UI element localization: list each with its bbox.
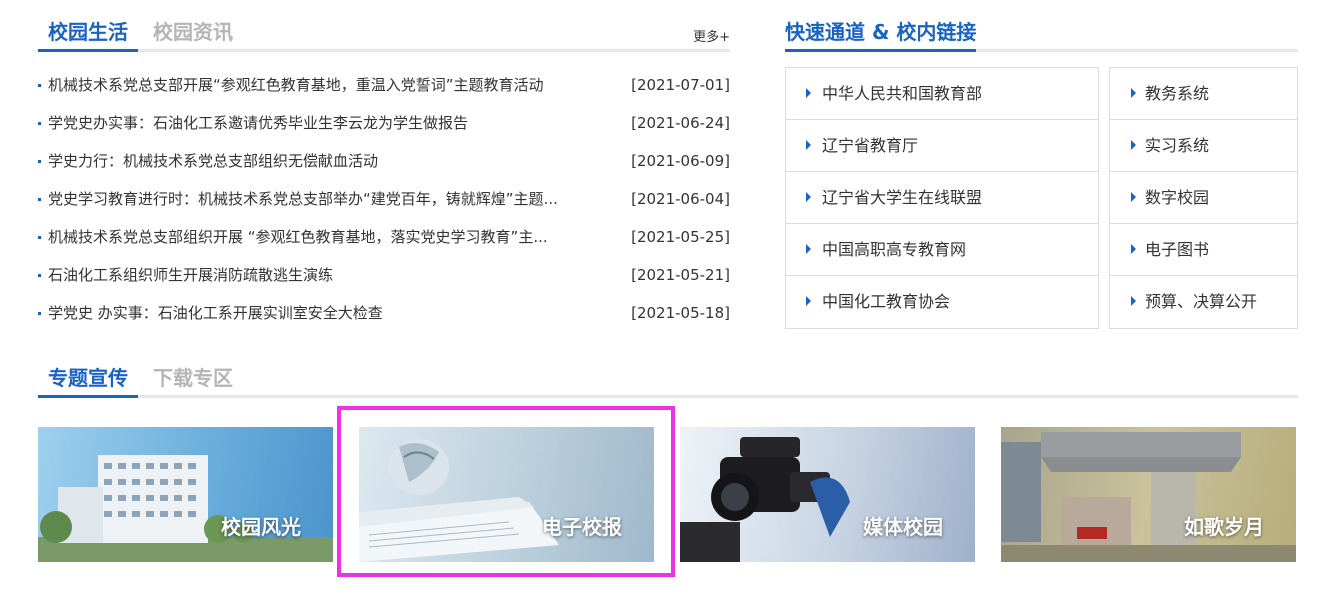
internal-link[interactable]: 教务系统 (1110, 68, 1297, 120)
featured-topics-panel: 专题宣传 下载专区 校园风光 电子校报 媒体校园 如歌岁月 (38, 360, 1298, 562)
more-link[interactable]: 更多+ (693, 26, 730, 45)
news-date: [2021-06-24] (631, 114, 730, 132)
news-title[interactable]: 学党史办实事：石油化工系邀请优秀毕业生李云龙为学生做报告 (48, 108, 608, 138)
triangle-right-icon (806, 140, 811, 150)
news-list: 机械技术系党总支部开展“参观红色教育基地，重温入党誓词”主题教育活动 [2021… (38, 70, 730, 336)
triangle-right-icon (806, 296, 811, 306)
links-tab-bar: 快速通道 & 校内链接 (785, 14, 1298, 52)
bullet-icon (38, 312, 41, 315)
external-link[interactable]: 中华人民共和国教育部 (786, 68, 1098, 120)
link-label: 中国高职高专教育网 (822, 240, 967, 259)
link-label: 实习系统 (1145, 136, 1210, 155)
video-camera-image (680, 437, 850, 562)
news-title[interactable]: 学党史 办实事：石油化工系开展实训室安全大检查 (48, 298, 608, 328)
news-date: [2021-05-21] (631, 266, 730, 284)
quick-links-panel: 快速通道 & 校内链接 中华人民共和国教育部 辽宁省教育厅 辽宁省大学生在线联盟… (785, 14, 1298, 329)
list-item[interactable]: 学史力行：机械技术系党总支部组织无偿献血活动 [2021-06-09] (38, 146, 730, 184)
list-item[interactable]: 机械技术系党总支部组织开展 “参观红色教育基地，落实党史学习教育”主... [2… (38, 222, 730, 260)
triangle-right-icon (1131, 140, 1136, 150)
card-caption: 媒体校园 (863, 515, 943, 539)
news-date: [2021-06-04] (631, 190, 730, 208)
triangle-right-icon (1131, 296, 1136, 306)
tab-downloads[interactable]: 下载专区 (153, 366, 233, 398)
external-link[interactable]: 中国高职高专教育网 (786, 224, 1098, 276)
triangle-right-icon (1131, 192, 1136, 202)
tab-campus-life[interactable]: 校园生活 (38, 20, 138, 52)
list-item[interactable]: 党史学习教育进行时：机械技术系党总支部举办“建党百年，铸就辉煌”主题... [2… (38, 184, 730, 222)
triangle-right-icon (1131, 244, 1136, 254)
news-title[interactable]: 学史力行：机械技术系党总支部组织无偿献血活动 (48, 146, 608, 176)
list-item[interactable]: 机械技术系党总支部开展“参观红色教育基地，重温入党誓词”主题教育活动 [2021… (38, 70, 730, 108)
internal-link[interactable]: 数字校园 (1110, 172, 1297, 224)
external-link[interactable]: 辽宁省大学生在线联盟 (786, 172, 1098, 224)
bullet-icon (38, 274, 41, 277)
link-label: 辽宁省教育厅 (822, 136, 919, 155)
campus-news-panel: 校园生活 校园资讯 更多+ 机械技术系党总支部开展“参观红色教育基地，重温入党誓… (38, 14, 730, 336)
news-date: [2021-06-09] (631, 152, 730, 170)
card-caption: 如歌岁月 (1184, 515, 1264, 539)
bullet-icon (38, 122, 41, 125)
link-label: 电子图书 (1145, 240, 1210, 259)
link-label: 中华人民共和国教育部 (822, 84, 983, 103)
external-links-column: 中华人民共和国教育部 辽宁省教育厅 辽宁省大学生在线联盟 中国高职高专教育网 中… (785, 67, 1099, 329)
card-golden-years[interactable]: 如歌岁月 (1001, 427, 1296, 562)
list-item[interactable]: 学党史办实事：石油化工系邀请优秀毕业生李云龙为学生做报告 [2021-06-24… (38, 108, 730, 146)
list-item[interactable]: 学党史 办实事：石油化工系开展实训室安全大检查 [2021-05-18] (38, 298, 730, 336)
tab-campus-news[interactable]: 校园资讯 (153, 20, 233, 52)
card-media-campus[interactable]: 媒体校园 (680, 427, 975, 562)
triangle-right-icon (806, 88, 811, 98)
news-title[interactable]: 党史学习教育进行时：机械技术系党总支部举办“建党百年，铸就辉煌”主题... (48, 184, 608, 214)
card-caption: 校园风光 (221, 515, 301, 539)
news-date: [2021-05-25] (631, 228, 730, 246)
news-title[interactable]: 机械技术系党总支部开展“参观红色教育基地，重温入党誓词”主题教育活动 (48, 70, 608, 100)
link-label: 数字校园 (1145, 188, 1210, 207)
triangle-right-icon (1131, 88, 1136, 98)
triangle-right-icon (806, 244, 811, 254)
news-date: [2021-05-18] (631, 304, 730, 322)
link-label: 预算、决算公开 (1145, 292, 1258, 311)
card-campus-scenery[interactable]: 校园风光 (38, 427, 333, 562)
news-tab-bar: 校园生活 校园资讯 更多+ (38, 14, 730, 52)
bullet-icon (38, 198, 41, 201)
news-date: [2021-07-01] (631, 76, 730, 94)
selection-highlight (337, 406, 675, 577)
news-title[interactable]: 石油化工系组织师生开展消防疏散逃生演练 (48, 260, 608, 290)
link-label: 辽宁省大学生在线联盟 (822, 188, 983, 207)
quick-links-heading: 快速通道 & 校内链接 (785, 20, 977, 52)
internal-link[interactable]: 电子图书 (1110, 224, 1297, 276)
bullet-icon (38, 160, 41, 163)
internal-links-column: 教务系统 实习系统 数字校园 电子图书 预算、决算公开 (1109, 67, 1298, 329)
external-link[interactable]: 中国化工教育协会 (786, 276, 1098, 328)
bullet-icon (38, 236, 41, 239)
bullet-icon (38, 84, 41, 87)
campus-building-image (38, 455, 333, 562)
featured-tab-bar: 专题宣传 下载专区 (38, 360, 1298, 398)
internal-link[interactable]: 实习系统 (1110, 120, 1297, 172)
tab-special-topics[interactable]: 专题宣传 (38, 366, 138, 398)
external-link[interactable]: 辽宁省教育厅 (786, 120, 1098, 172)
list-item[interactable]: 石油化工系组织师生开展消防疏散逃生演练 [2021-05-21] (38, 260, 730, 298)
news-title[interactable]: 机械技术系党总支部组织开展 “参观红色教育基地，落实党史学习教育”主... (48, 222, 608, 252)
link-label: 教务系统 (1145, 84, 1210, 103)
link-label: 中国化工教育协会 (822, 292, 951, 311)
campus-gate-image (1001, 432, 1296, 562)
triangle-right-icon (806, 192, 811, 202)
internal-link[interactable]: 预算、决算公开 (1110, 276, 1297, 328)
